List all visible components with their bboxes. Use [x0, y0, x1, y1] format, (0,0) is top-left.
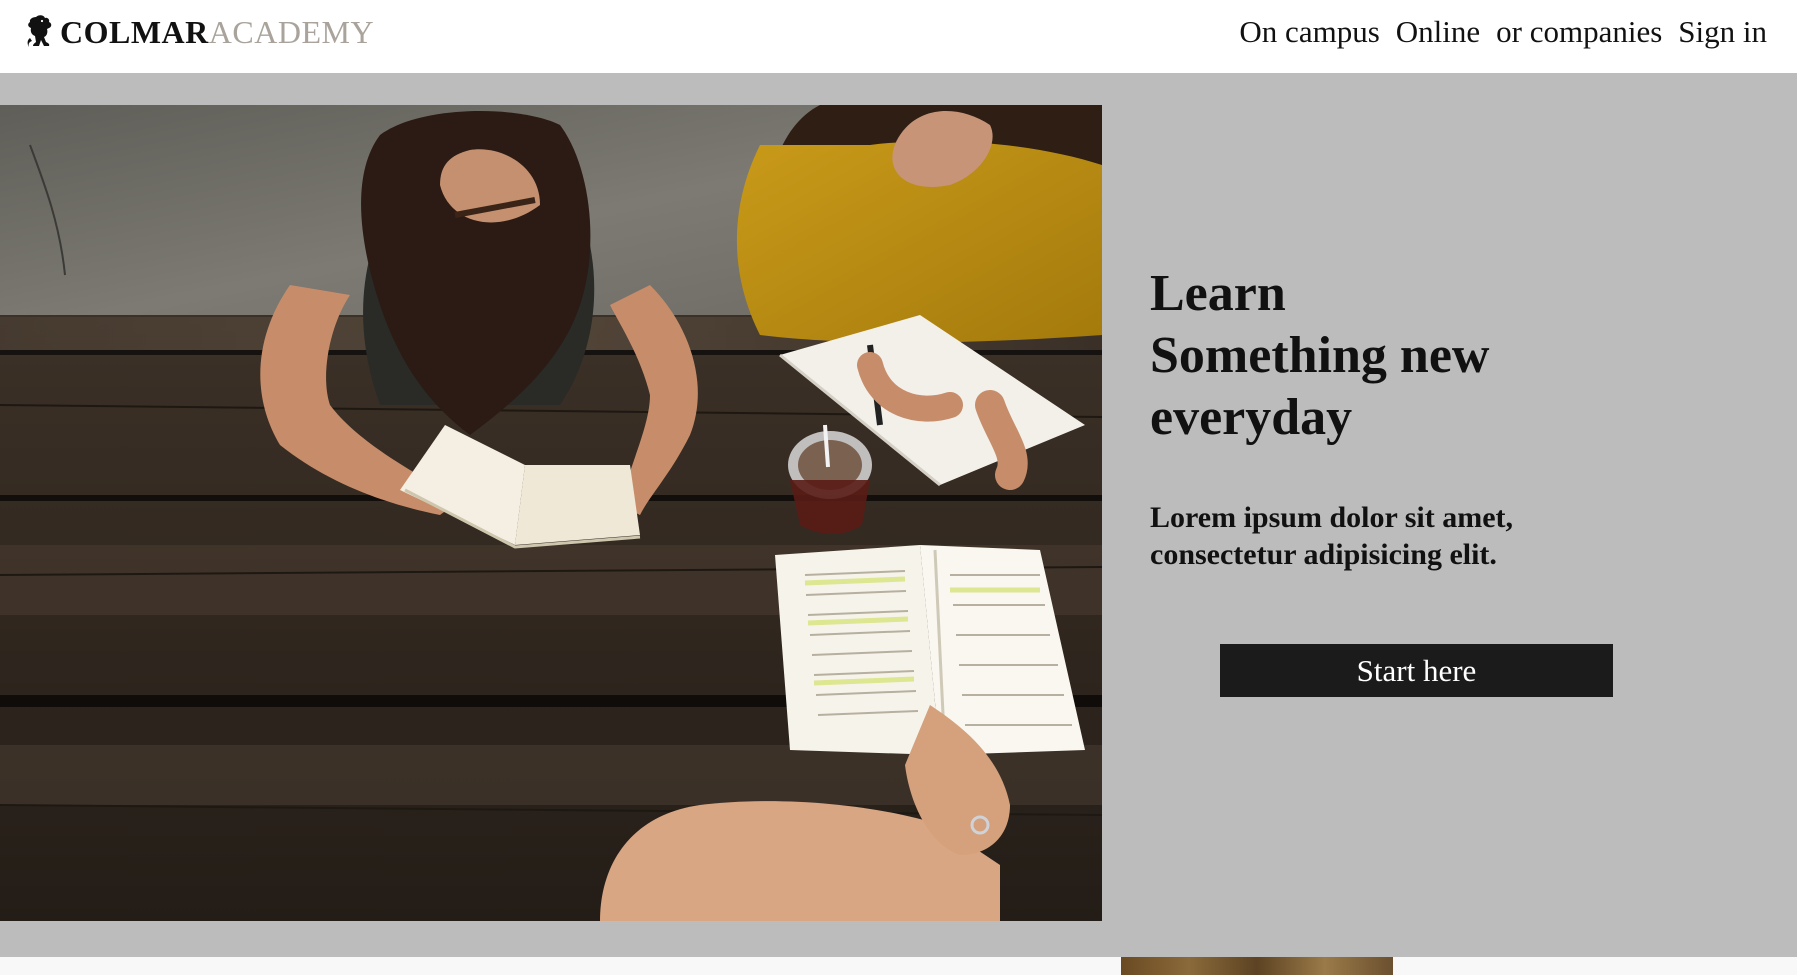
lion-rampant-icon: [27, 15, 52, 47]
hero-headline-line-2: Something new: [1150, 327, 1490, 384]
nav-link-online[interactable]: Online: [1396, 14, 1480, 50]
nav-link-on-campus[interactable]: On campus: [1239, 14, 1379, 50]
next-section-image: [1121, 957, 1393, 975]
hero-subtext: Lorem ipsum dolor sit amet, consectetur …: [1150, 499, 1750, 573]
hero-subtext-line-2: consectetur adipisicing elit.: [1150, 538, 1497, 571]
hero-headline-line-1: Learn: [1150, 265, 1286, 322]
hero-text-block: Learn Something new everyday Lorem ipsum…: [1150, 263, 1750, 573]
hero-headline: Learn Something new everyday: [1150, 263, 1750, 449]
nav-link-sign-in[interactable]: Sign in: [1678, 14, 1767, 50]
nav-link-for-companies[interactable]: or companies: [1496, 14, 1662, 50]
hero-headline-line-3: everyday: [1150, 389, 1353, 446]
start-here-button[interactable]: Start here: [1220, 644, 1613, 697]
site-header: COLMARACADEMY On campus Online or compan…: [0, 0, 1797, 73]
logo[interactable]: COLMARACADEMY: [26, 12, 374, 52]
hero-photo-illustration: [0, 105, 1102, 921]
logo-wordmark: COLMARACADEMY: [60, 16, 374, 48]
logo-wordmark-light: ACADEMY: [208, 14, 375, 50]
hero-image: [0, 105, 1102, 921]
next-section-peek: [0, 957, 1797, 975]
main-nav: On campus Online or companies Sign in: [1239, 12, 1767, 52]
logo-wordmark-bold: COLMAR: [60, 14, 209, 50]
hero-subtext-line-1: Lorem ipsum dolor sit amet,: [1150, 501, 1514, 534]
hero-section: Learn Something new everyday Lorem ipsum…: [0, 73, 1797, 957]
